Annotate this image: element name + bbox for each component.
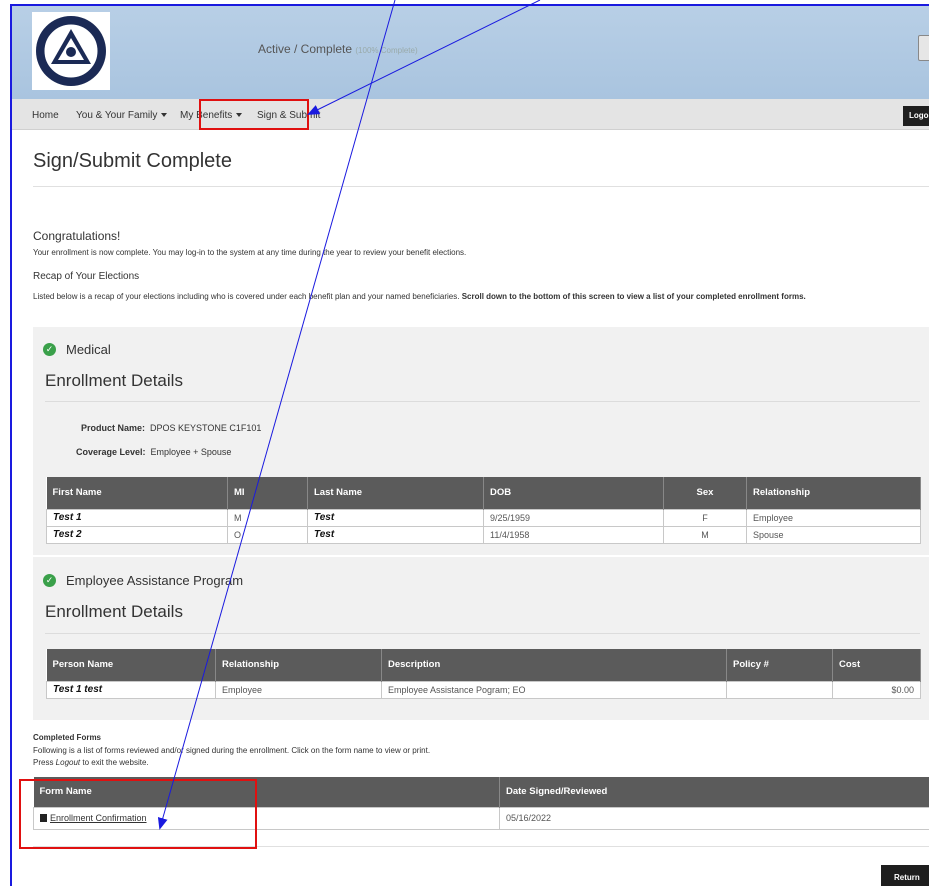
arrow-to-sign-submit bbox=[307, 0, 541, 115]
arrow-to-form-link bbox=[157, 0, 396, 830]
annotation-arrows bbox=[157, 0, 541, 830]
